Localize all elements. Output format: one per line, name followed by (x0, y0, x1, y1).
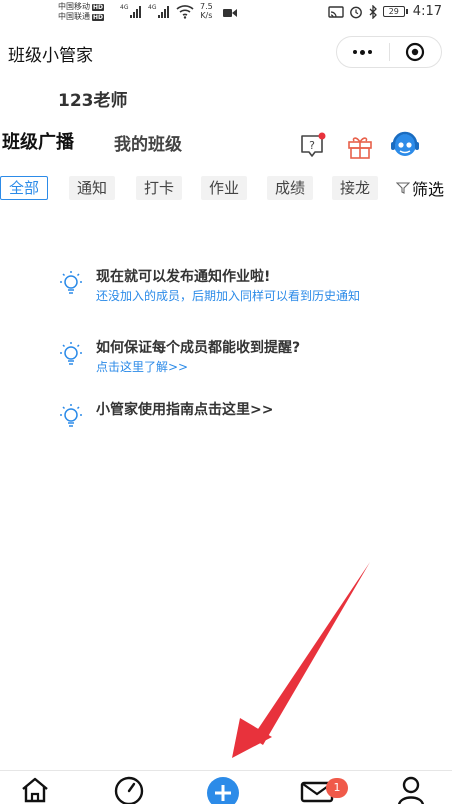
network-speed: 7.5 K/s (200, 2, 213, 20)
chip-notice[interactable]: 通知 (69, 176, 116, 200)
teacher-name: 123老师 (58, 91, 128, 111)
more-icon (353, 49, 373, 55)
tab-my-class[interactable]: 我的班级 (114, 130, 182, 155)
tab-broadcast[interactable]: 班级广播 (2, 128, 74, 154)
network-type-1: 4G (120, 4, 129, 11)
cast-icon (328, 5, 344, 18)
filter-icon (396, 182, 410, 194)
speed-value: 7.5 (200, 2, 213, 11)
chip-relay[interactable]: 接龙 (332, 176, 379, 200)
main-tabs: 班级广播 我的班级 (0, 128, 452, 158)
video-icon (223, 9, 237, 17)
chip-checkin[interactable]: 打卡 (136, 176, 183, 200)
lightbulb-icon (60, 342, 82, 365)
network-type-2: 4G (148, 4, 157, 11)
chip-all[interactable]: 全部 (0, 176, 49, 200)
hd-badge: HD (92, 13, 105, 21)
profile-icon[interactable] (396, 775, 426, 804)
tip-subtitle[interactable]: 点击这里了解>> (96, 358, 396, 376)
wifi-icon (176, 5, 194, 19)
bluetooth-icon (369, 4, 377, 19)
signal-icon: 4G (120, 4, 142, 18)
svg-text:?: ? (309, 139, 315, 152)
app-header: 班级小管家 (0, 34, 452, 70)
home-icon[interactable] (20, 775, 50, 803)
chip-grades[interactable]: 成绩 (267, 176, 314, 200)
lightbulb-icon (60, 404, 82, 427)
tip-title[interactable]: 小管家使用指南点击这里>> (96, 400, 273, 420)
status-time: 4:17 (412, 4, 442, 19)
status-bar: 中国移动 HD 中国联通 HD 4G 4G 7.5 K/s 29 4:17 (0, 0, 452, 28)
bottom-nav (0, 770, 452, 804)
tip-title: 现在就可以发布通知作业啦! (96, 269, 271, 285)
battery-level: 29 (382, 6, 405, 17)
tip-item[interactable]: 现在就可以发布通知作业啦! 还没加入的成员，后期加入同样可以看到历史通知 (56, 267, 396, 305)
carrier-2: 中国联通 (58, 12, 90, 21)
customer-service-icon[interactable] (389, 130, 421, 160)
hd-badge: HD (92, 3, 105, 11)
tip-item[interactable]: 小管家使用指南点击这里>> (56, 400, 273, 432)
speed-unit: K/s (200, 11, 213, 20)
status-right: 29 4:17 (328, 4, 442, 19)
message-badge: 1 (326, 778, 348, 798)
more-button[interactable] (337, 37, 389, 67)
tip-item[interactable]: 如何保证每个成员都能收到提醒? 点击这里了解>> (56, 338, 396, 376)
category-chips: 全部 通知 打卡 作业 成绩 接龙 筛选 (0, 176, 452, 202)
lightbulb-icon (60, 271, 82, 294)
miniprogram-capsule (336, 36, 442, 68)
battery-icon: 29 (382, 6, 408, 17)
signal-icon: 4G (148, 4, 170, 18)
filter-button[interactable]: 筛选 (396, 176, 444, 200)
alarm-icon (349, 6, 362, 18)
close-button[interactable] (390, 37, 442, 67)
app-title: 班级小管家 (8, 46, 93, 66)
chip-homework[interactable]: 作业 (201, 176, 248, 200)
target-icon (406, 42, 425, 62)
dashboard-icon[interactable] (113, 775, 145, 804)
carrier-1: 中国移动 (58, 2, 90, 11)
filter-label: 筛选 (412, 180, 445, 199)
tip-subtitle: 还没加入的成员，后期加入同样可以看到历史通知 (96, 289, 361, 303)
carrier-info: 中国移动 HD 中国联通 HD (58, 2, 105, 22)
add-icon[interactable] (206, 775, 240, 804)
tip-title: 如何保证每个成员都能收到提醒? (96, 340, 301, 356)
help-icon[interactable]: ? (300, 132, 326, 160)
gift-icon[interactable] (346, 134, 374, 160)
